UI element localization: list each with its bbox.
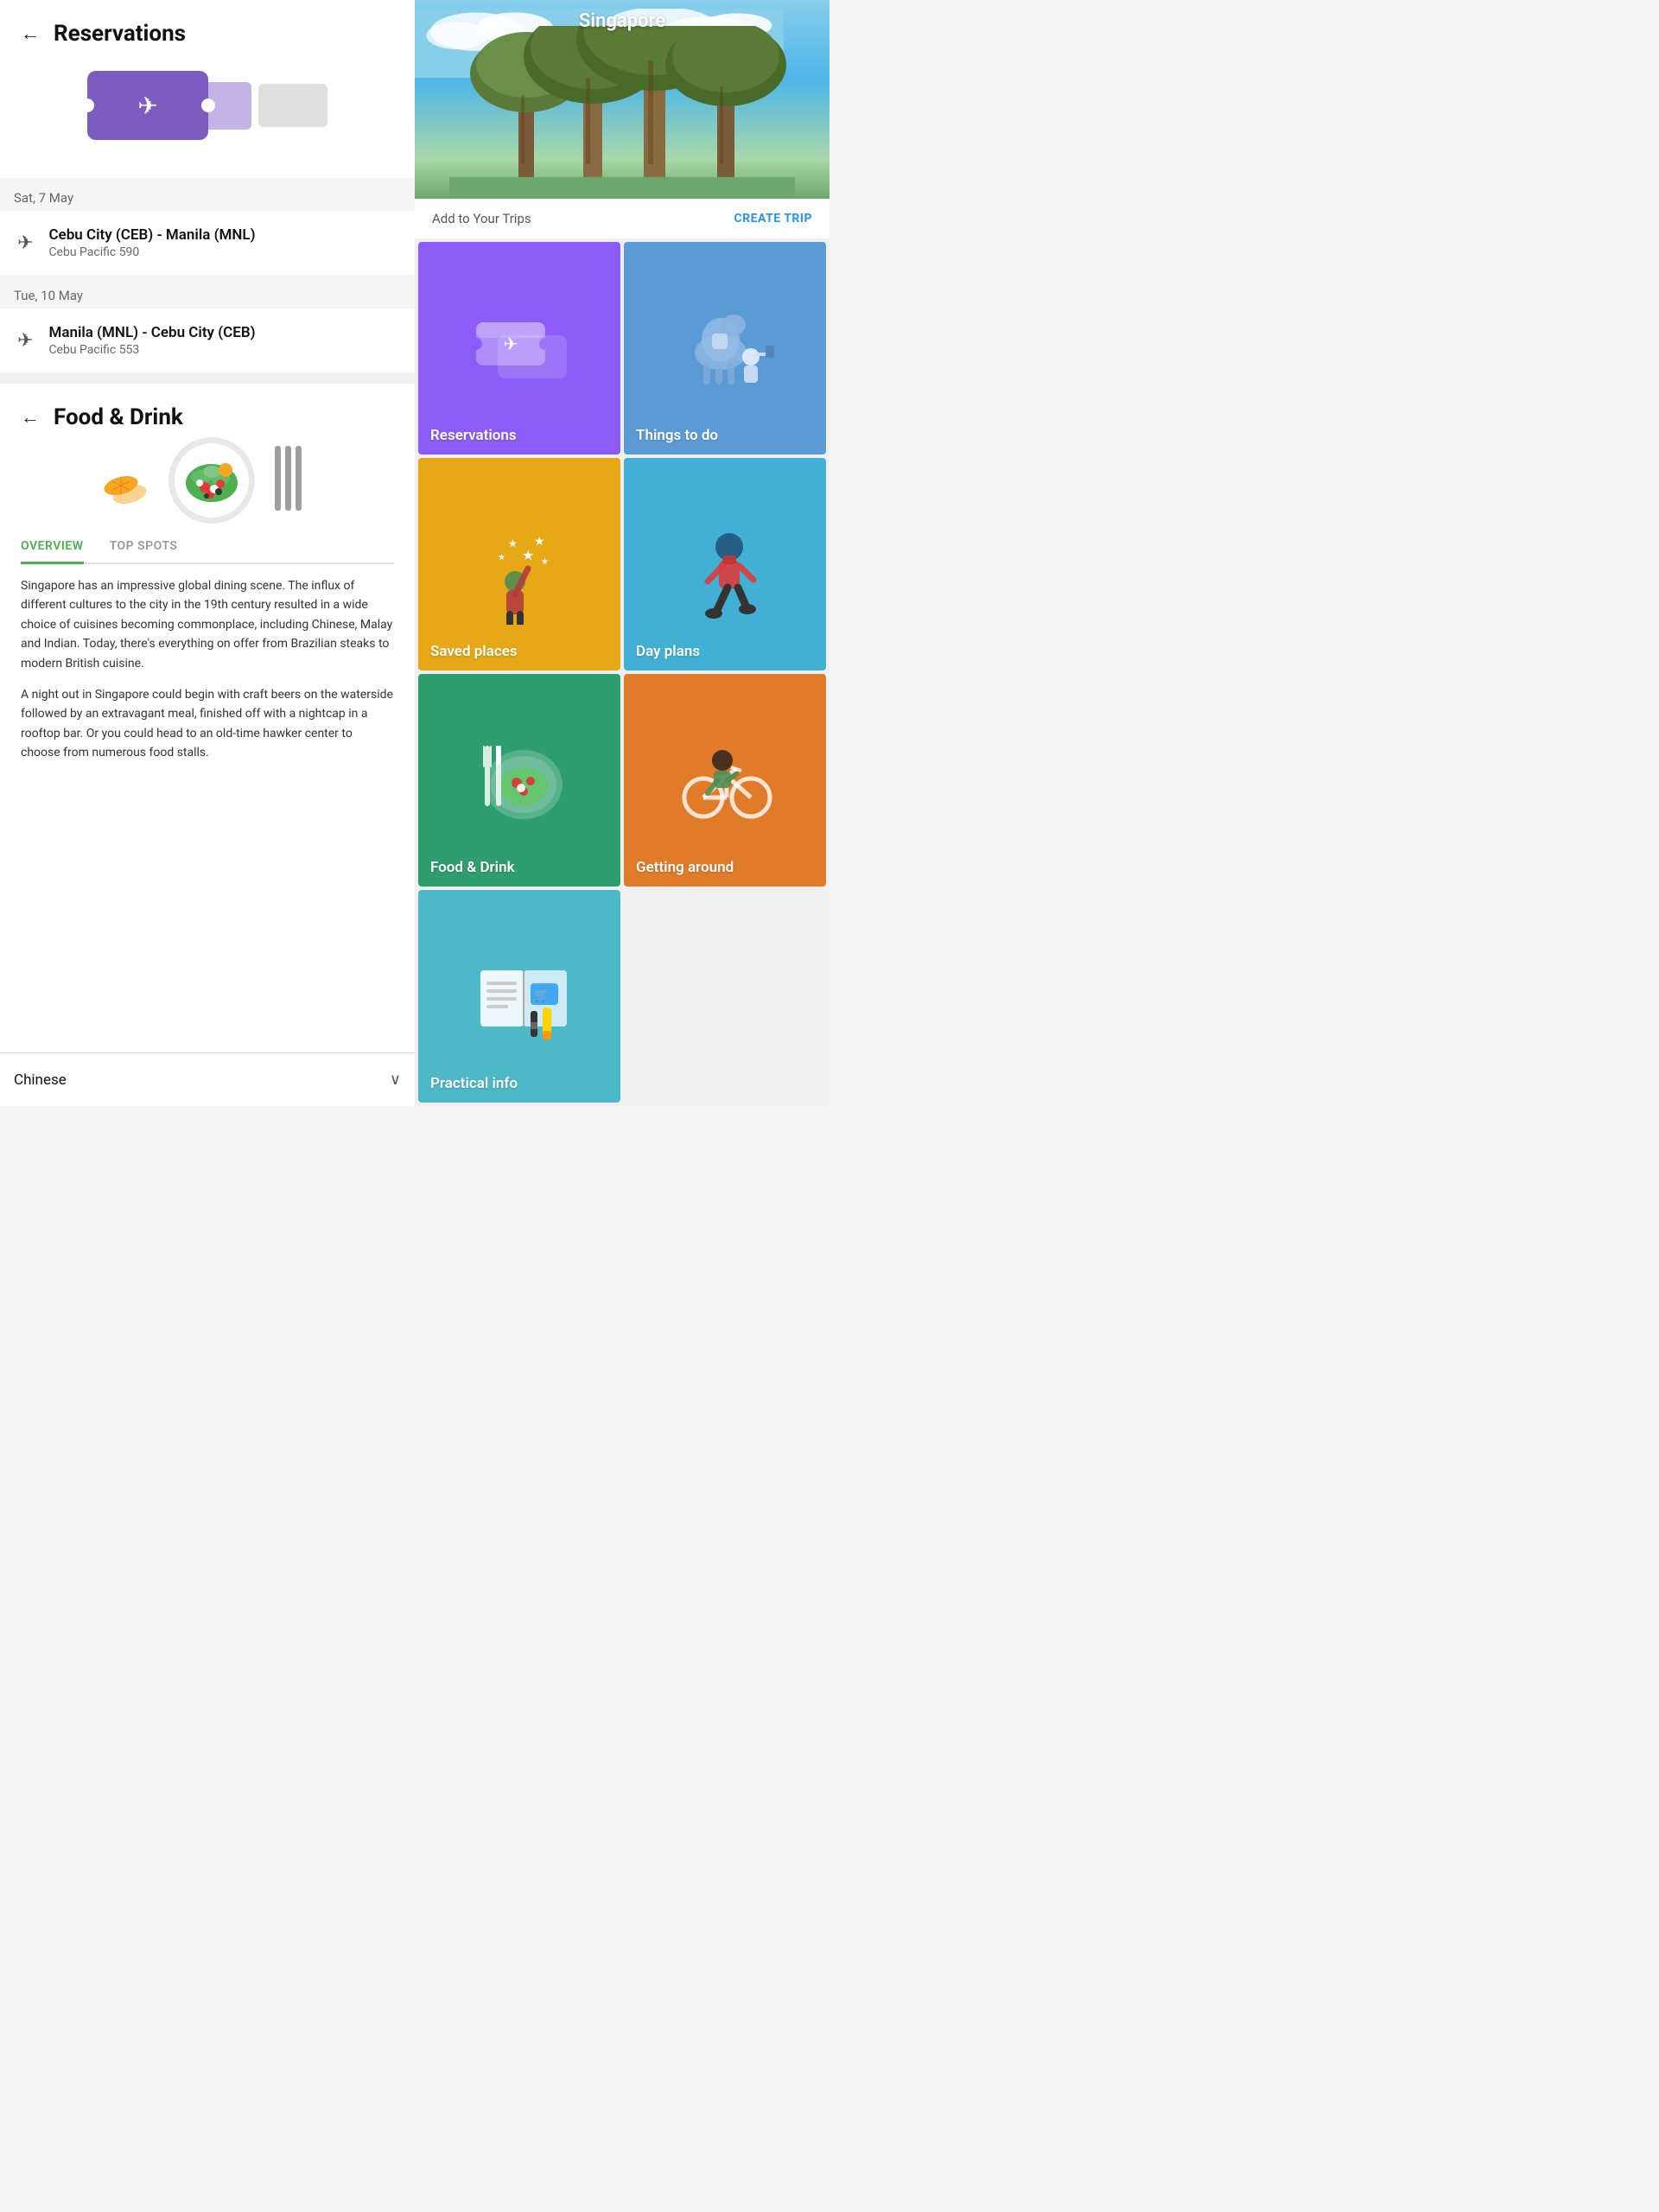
reservations-tile-icon: ✈	[463, 305, 575, 391]
tile-day-plans[interactable]: Day plans	[624, 458, 826, 671]
tile-saved-places-label: Saved places	[418, 632, 530, 671]
tile-reservations[interactable]: ✈ Reservations	[418, 242, 620, 454]
supertrees-illustration	[449, 26, 795, 199]
flight-number-2: Cebu Pacific 553	[48, 343, 255, 357]
orange-slices-icon	[102, 453, 158, 509]
food-header: ← Food & Drink	[21, 404, 394, 430]
create-trip-button[interactable]: CREATE TRIP	[734, 212, 813, 226]
tile-reservations-label: Reservations	[418, 416, 529, 454]
salad-plate-icon	[167, 435, 257, 526]
food-illustration	[21, 437, 394, 524]
food-description: Singapore has an impressive global dinin…	[21, 576, 394, 763]
chinese-label: Chinese	[14, 1071, 67, 1089]
flight-info-2: Manila (MNL) - Cebu City (CEB) Cebu Paci…	[48, 324, 255, 357]
left-panel: ← Reservations ✈ Sat, 7 May ✈ Cebu City …	[0, 0, 415, 1106]
tile-food-drink[interactable]: Food & Drink	[418, 674, 620, 887]
tile-food-drink-label: Food & Drink	[418, 849, 527, 887]
plane-icon: ✈	[137, 92, 157, 120]
svg-text:★: ★	[498, 553, 505, 563]
utensils-icon	[266, 442, 314, 519]
food-paragraph-2: A night out in Singapore could begin wit…	[21, 685, 394, 763]
food-title: Food & Drink	[54, 404, 183, 430]
flight-number-1: Cebu Pacific 590	[48, 245, 255, 259]
flight-icon-2: ✈	[17, 330, 33, 352]
add-trips-bar: Add to Your Trips CREATE TRIP	[415, 199, 830, 238]
section-divider	[0, 373, 415, 384]
svg-text:★: ★	[534, 535, 545, 549]
chinese-dropdown[interactable]: Chinese ∨	[0, 1052, 415, 1106]
singapore-hero: ← Singapore	[415, 0, 830, 199]
getting-around-icon	[669, 724, 781, 836]
tile-getting-around[interactable]: Getting around	[624, 674, 826, 887]
ticket-back	[258, 84, 327, 127]
food-drink-tile-icon	[463, 724, 575, 836]
tile-things-to-do[interactable]: Things to do	[624, 242, 826, 454]
tab-top-spots[interactable]: TOP SPOTS	[110, 531, 178, 564]
day-plans-icon	[669, 504, 781, 625]
reservations-back-button[interactable]: ←	[21, 22, 40, 45]
flight-card-2[interactable]: ✈ Manila (MNL) - Cebu City (CEB) Cebu Pa…	[0, 308, 415, 373]
tile-day-plans-label: Day plans	[624, 632, 712, 671]
flight-card-1[interactable]: ✈ Cebu City (CEB) - Manila (MNL) Cebu Pa…	[0, 211, 415, 276]
right-panel: ← Singapore Add to Your Trips CREATE TRI…	[415, 0, 830, 1106]
chevron-down-icon: ∨	[390, 1071, 401, 1089]
tile-things-to-do-label: Things to do	[624, 416, 730, 454]
tab-overview[interactable]: OVERVIEW	[21, 531, 84, 564]
flight-info-1: Cebu City (CEB) - Manila (MNL) Cebu Paci…	[48, 226, 255, 259]
svg-text:★: ★	[541, 557, 549, 567]
date-label-1: Sat, 7 May	[0, 178, 415, 211]
things-to-do-icon	[669, 292, 781, 404]
reservations-illustration: ✈	[21, 54, 394, 157]
tiles-grid: ✈ Reservations	[415, 238, 830, 1106]
hero-city-title: Singapore	[579, 10, 665, 32]
reservations-header: ← Reservations	[21, 21, 394, 47]
svg-text:★: ★	[522, 547, 534, 563]
practical-info-icon: 🛒	[463, 940, 575, 1052]
hero-back-button[interactable]: ←	[429, 14, 448, 36]
food-section: ← Food & Drink	[0, 384, 415, 1052]
svg-text:🛒: 🛒	[534, 988, 549, 1002]
tile-saved-places[interactable]: ★ ★ ★ ★ ★ Saved places	[418, 458, 620, 671]
flight-icon-1: ✈	[17, 232, 33, 254]
reservations-section: ← Reservations ✈	[0, 0, 415, 178]
reservations-title: Reservations	[54, 21, 186, 47]
flight-route-2: Manila (MNL) - Cebu City (CEB)	[48, 324, 255, 341]
tile-getting-around-label: Getting around	[624, 849, 746, 887]
food-paragraph-1: Singapore has an impressive global dinin…	[21, 576, 394, 673]
date-label-2: Tue, 10 May	[0, 276, 415, 308]
tile-practical-info-label: Practical info	[418, 1065, 530, 1103]
tile-practical-info[interactable]: 🛒 Practical info	[418, 890, 620, 1103]
flight-route-1: Cebu City (CEB) - Manila (MNL)	[48, 226, 255, 244]
main-ticket: ✈	[87, 71, 208, 140]
food-back-button[interactable]: ←	[21, 406, 40, 429]
saved-places-icon: ★ ★ ★ ★ ★	[463, 504, 575, 625]
svg-text:★: ★	[508, 537, 518, 550]
add-trips-text: Add to Your Trips	[432, 211, 531, 226]
food-tabs: OVERVIEW TOP SPOTS	[21, 531, 394, 564]
